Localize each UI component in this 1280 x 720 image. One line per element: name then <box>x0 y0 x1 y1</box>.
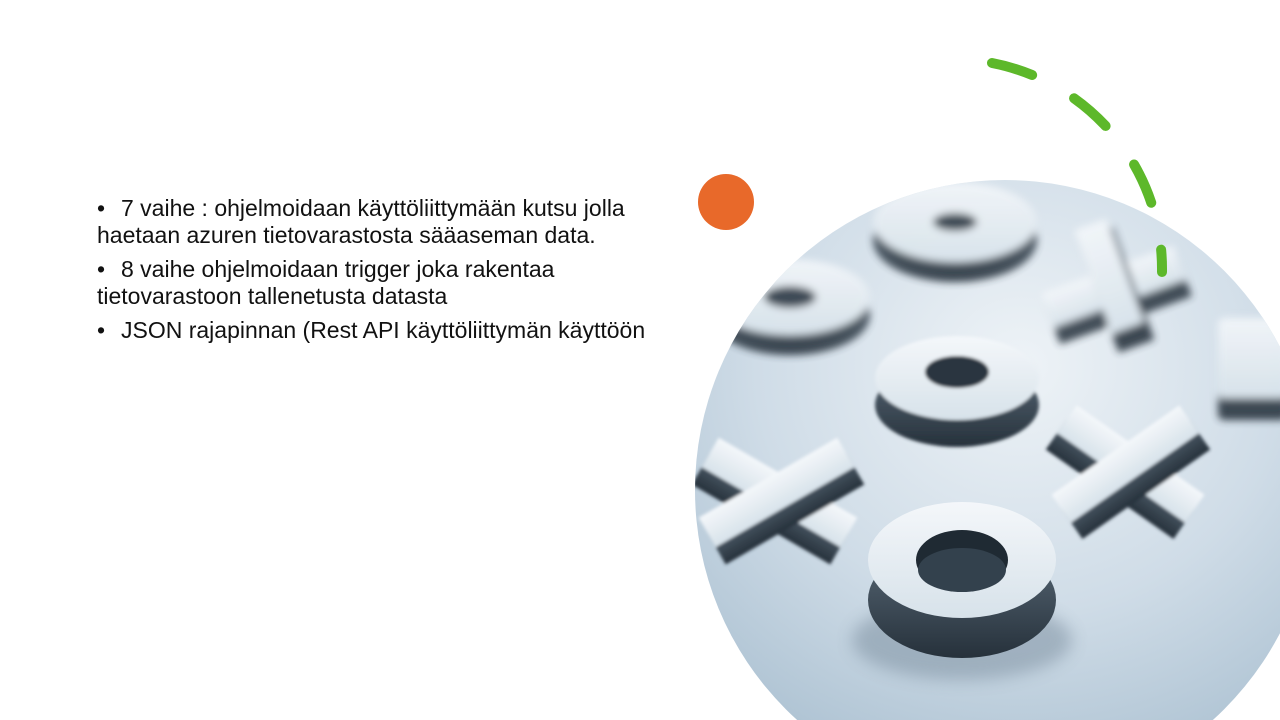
tic-tac-toe-photo <box>0 0 1280 720</box>
bullet-text: 8 vaihe ohjelmoidaan trigger joka rakent… <box>97 256 555 309</box>
bullet-item: • 8 vaihe ohjelmoidaan trigger joka raken… <box>97 256 657 310</box>
bullet-item: • 7 vaihe : ohjelmoidaan käyttöliittymään… <box>97 195 657 249</box>
photo-svg <box>695 180 1280 720</box>
bullet-item: • JSON rajapinnan (Rest API käyttöliittym… <box>97 317 657 344</box>
bullet-marker: • <box>97 195 106 221</box>
bullet-list: • 7 vaihe : ohjelmoidaan käyttöliittymään… <box>97 195 657 344</box>
bullet-marker: • <box>97 317 106 343</box>
slide: • 7 vaihe : ohjelmoidaan käyttöliittymään… <box>0 0 1280 720</box>
bullet-text: 7 vaihe : ohjelmoidaan käyttöliittymään … <box>97 195 625 248</box>
bullet-content: • 7 vaihe : ohjelmoidaan käyttöliittymään… <box>97 195 657 351</box>
bullet-text: JSON rajapinnan (Rest API käyttöliittymä… <box>121 317 646 343</box>
bullet-marker: • <box>97 256 106 282</box>
